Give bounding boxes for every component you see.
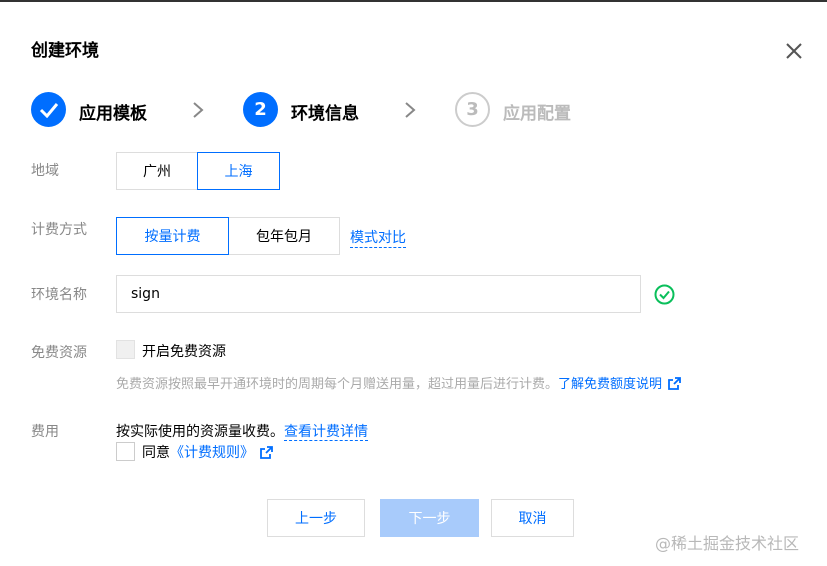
step-1-label: 应用模板 bbox=[79, 104, 147, 124]
chevron-right-icon bbox=[405, 102, 416, 118]
close-icon[interactable] bbox=[783, 40, 805, 62]
free-resource-checkbox-label: 开启免费资源 bbox=[142, 344, 226, 360]
fee-description: 按实际使用的资源量收费。 bbox=[116, 424, 284, 440]
free-resource-label: 免费资源 bbox=[31, 345, 87, 361]
free-resource-hint-text: 免费资源按照最早开通环境时的周期每个月赠送用量，超过用量后进行计费。 bbox=[116, 377, 559, 392]
fee-detail-link[interactable]: 查看计费详情 bbox=[284, 424, 368, 441]
cancel-button[interactable]: 取消 bbox=[491, 499, 574, 537]
env-name-label: 环境名称 bbox=[31, 287, 87, 303]
step-3-number-text: 3 bbox=[466, 99, 479, 120]
watermark: @稀土掘金技术社区 bbox=[655, 534, 800, 553]
dialog: 创建环境 应用模板 2 环境信息 3 应用配置 地域 广州 上海 计费方式 按量… bbox=[0, 0, 827, 566]
billing-rules-link[interactable]: 《计费规则》 bbox=[170, 445, 254, 461]
dialog-title: 创建环境 bbox=[31, 41, 99, 61]
billing-option-pay-as-you-go[interactable]: 按量计费 bbox=[116, 217, 229, 255]
step-3-number: 3 bbox=[455, 92, 490, 127]
next-step-button[interactable]: 下一步 bbox=[380, 499, 479, 537]
billing-label: 计费方式 bbox=[31, 222, 87, 238]
fee-label: 费用 bbox=[31, 424, 59, 440]
step-2-label: 环境信息 bbox=[291, 104, 359, 124]
region-option-shanghai[interactable]: 上海 bbox=[197, 152, 280, 190]
fee-text-row: 按实际使用的资源量收费。查看计费详情 bbox=[116, 421, 368, 441]
prev-step-button[interactable]: 上一步 bbox=[267, 499, 365, 537]
billing-option-monthly[interactable]: 包年包月 bbox=[228, 217, 340, 255]
external-link-icon[interactable] bbox=[260, 446, 273, 459]
external-link-icon[interactable] bbox=[668, 377, 681, 390]
step-2-number: 2 bbox=[243, 92, 278, 127]
env-name-input[interactable]: sign bbox=[116, 275, 641, 313]
agree-row: 同意《计费规则》 bbox=[142, 442, 273, 462]
step-1-check-icon bbox=[31, 92, 66, 127]
step-3-label: 应用配置 bbox=[503, 104, 571, 124]
region-label: 地域 bbox=[31, 163, 59, 179]
step-2-number-text: 2 bbox=[254, 99, 267, 120]
chevron-right-icon bbox=[193, 102, 204, 118]
region-option-guangzhou[interactable]: 广州 bbox=[116, 152, 198, 190]
billing-compare-link[interactable]: 模式对比 bbox=[350, 227, 406, 248]
agree-checkbox[interactable] bbox=[116, 442, 135, 461]
free-resource-hint: 免费资源按照最早开通环境时的周期每个月赠送用量，超过用量后进行计费。了解免费额度… bbox=[116, 373, 681, 392]
check-circle-icon bbox=[654, 284, 675, 305]
agree-label: 同意 bbox=[142, 445, 170, 461]
free-quota-link[interactable]: 了解免费额度说明 bbox=[558, 377, 662, 392]
free-resource-checkbox[interactable] bbox=[116, 340, 135, 359]
